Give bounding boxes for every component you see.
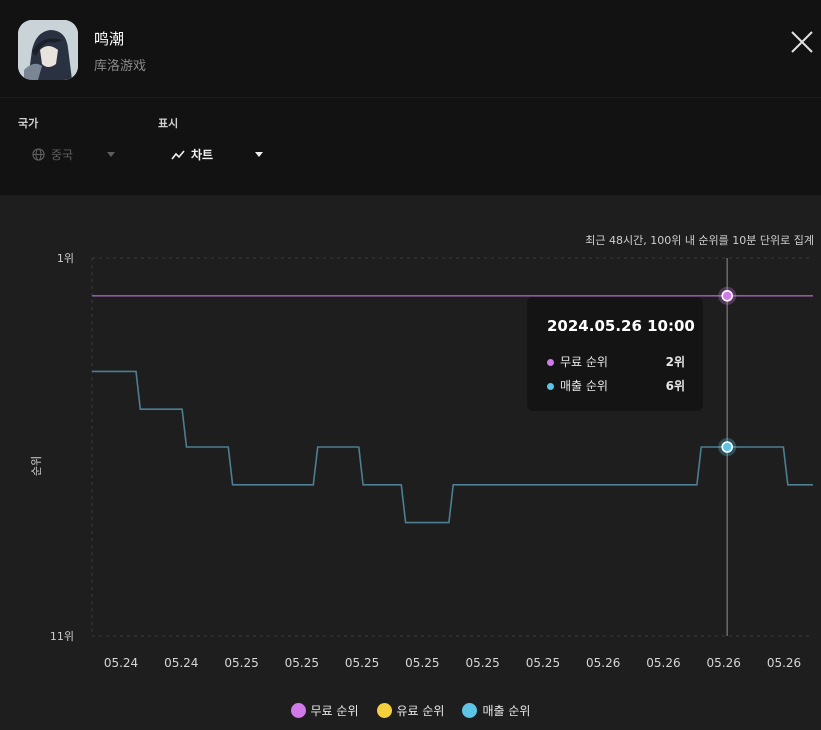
legend-item-free[interactable]: 무료 순위 xyxy=(290,702,359,719)
legend-label: 유료 순위 xyxy=(396,704,445,718)
y-tick-label: 1위 xyxy=(57,252,74,265)
tooltip-row-value: 6위 xyxy=(665,379,685,393)
legend-swatch xyxy=(290,703,306,718)
tooltip-row: 매출 순위 6위 xyxy=(547,377,685,394)
x-tick-label: 05.26 xyxy=(707,656,741,670)
highlight-point xyxy=(721,289,734,302)
revenue-rank-dot xyxy=(547,383,554,390)
tooltip-row-value: 2위 xyxy=(665,355,685,369)
free-rank-dot xyxy=(547,359,554,366)
legend-item-paid[interactable]: 유료 순위 xyxy=(376,702,445,719)
highlight-point xyxy=(721,441,734,453)
chart-legend: 무료 순위 유료 순위 매출 순위 xyxy=(0,702,821,719)
x-tick-label: 05.26 xyxy=(646,656,680,670)
y-tick-label: 11위 xyxy=(50,630,74,643)
x-tick-label: 05.25 xyxy=(285,656,319,670)
series-line-revenue-rank xyxy=(92,370,813,524)
x-tick-label: 05.24 xyxy=(164,656,198,670)
legend-swatch xyxy=(376,703,392,718)
x-tick-label: 05.25 xyxy=(465,656,499,670)
legend-swatch xyxy=(462,703,478,718)
x-tick-label: 05.26 xyxy=(586,656,620,670)
x-tick-label: 05.25 xyxy=(345,656,379,670)
x-tick-label: 05.24 xyxy=(104,656,138,670)
tooltip-row: 무료 순위 2위 xyxy=(547,353,685,370)
x-tick-label: 05.25 xyxy=(526,656,560,670)
x-tick-label: 05.25 xyxy=(224,656,258,670)
tooltip-row-label: 매출 순위 xyxy=(560,379,608,393)
x-tick-label: 05.25 xyxy=(405,656,439,670)
legend-item-revenue[interactable]: 매출 순위 xyxy=(462,702,530,719)
x-tick-label: 05.26 xyxy=(767,656,801,670)
tooltip-title: 2024.05.26 10:00 xyxy=(547,317,695,335)
tooltip-row-label: 무료 순위 xyxy=(560,355,608,369)
legend-label: 매출 순위 xyxy=(482,704,531,718)
chart-tooltip: 2024.05.26 10:00 무료 순위 2위 매출 순위 6위 xyxy=(527,297,703,411)
legend-label: 무료 순위 xyxy=(310,704,359,718)
y-axis-label: 순위 xyxy=(30,455,44,477)
